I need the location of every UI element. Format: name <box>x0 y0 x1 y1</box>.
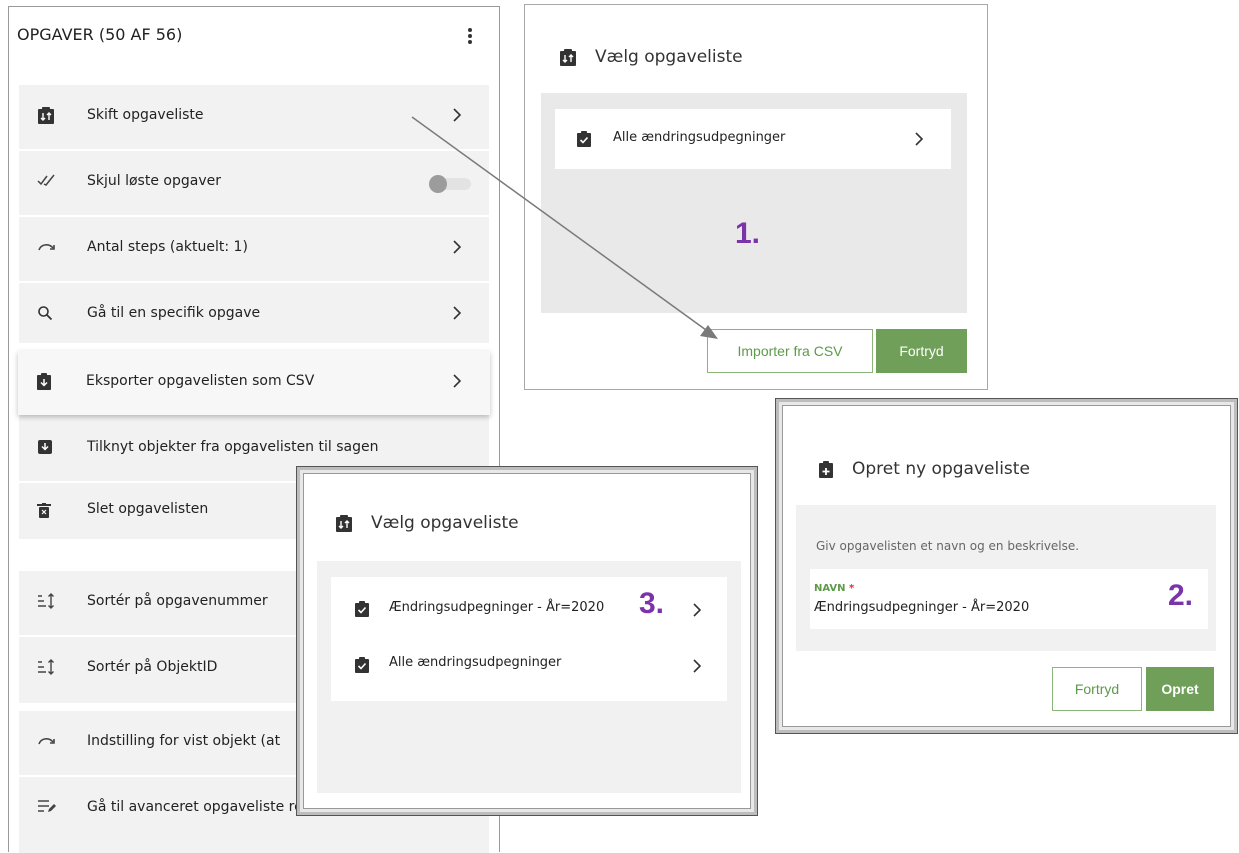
list-item-label: Ændringsudpegninger - År=2020 <box>389 600 605 615</box>
menu-item-label: Gå til en specifik opgave <box>87 305 261 321</box>
list-item[interactable]: Alle ændringsudpegninger <box>331 639 727 695</box>
chevron-right-icon <box>453 306 461 320</box>
clipboard-check-icon <box>355 601 369 617</box>
dialog-title: Opret ny opgaveliste <box>852 459 1030 479</box>
list-edit-icon <box>37 799 57 819</box>
panel-title: OPGAVER (50 AF 56) <box>17 25 183 44</box>
chevron-right-icon <box>453 240 461 254</box>
menu-item-label: Skjul løste opgaver <box>87 173 221 189</box>
menu-item-goto-task[interactable]: Gå til en specifik opgave <box>19 283 489 347</box>
list-item-label: Alle ændringsudpegninger <box>613 130 786 145</box>
field-label: NAVN * <box>814 583 855 594</box>
menu-item-label: Skift opgaveliste <box>87 107 204 123</box>
swap-list-icon <box>559 49 577 67</box>
list-item[interactable]: Alle ændringsudpegninger <box>555 109 951 169</box>
clipboard-check-icon <box>577 131 591 147</box>
hide-solved-toggle[interactable] <box>429 175 473 193</box>
menu-item-label: Sortér på opgavenummer <box>87 593 268 609</box>
swap-list-icon <box>335 515 353 533</box>
list-item[interactable]: Ændringsudpegninger - År=2020 3. <box>331 581 727 637</box>
download-box-icon <box>37 439 57 459</box>
step-number-1: 1. <box>735 217 761 250</box>
list-area: Alle ændringsudpegninger 1. <box>541 93 967 313</box>
menu-item-switch-list[interactable]: Skift opgaveliste <box>19 85 489 149</box>
more-options-icon[interactable] <box>467 27 473 45</box>
menu-item-label: Antal steps (aktuelt: 1) <box>87 239 248 255</box>
search-icon <box>37 305 57 325</box>
sort-icon <box>37 593 57 613</box>
clipboard-plus-icon <box>818 461 834 479</box>
menu-item-label: Tilknyt objekter fra opgavelisten til sa… <box>87 439 379 455</box>
name-input-value[interactable]: Ændringsudpegninger - År=2020 <box>814 600 1029 615</box>
chevron-right-icon <box>693 603 701 617</box>
import-csv-button[interactable]: Importer fra CSV <box>707 329 873 373</box>
choose-list-dialog-step1: Vælg opgaveliste Alle ændringsudpegninge… <box>524 4 988 390</box>
cancel-button[interactable]: Fortryd <box>1052 667 1142 711</box>
form-area: Giv opgavelisten et navn og en beskrivel… <box>796 505 1216 651</box>
menu-item-steps[interactable]: Antal steps (aktuelt: 1) <box>19 217 489 281</box>
step-number-3: 3. <box>639 587 665 620</box>
clipboard-check-icon <box>355 657 369 673</box>
chevron-right-icon <box>693 659 701 673</box>
redo-arc-icon <box>37 239 57 259</box>
swap-list-icon <box>37 107 57 127</box>
list-area: Ændringsudpegninger - År=2020 3. Alle æn… <box>317 561 741 793</box>
menu-item-hide-solved[interactable]: Skjul løste opgaver <box>19 151 489 215</box>
dialog-title: Vælg opgaveliste <box>371 513 519 533</box>
double-check-icon <box>37 173 57 193</box>
menu-item-label: Slet opgavelisten <box>87 501 209 517</box>
dialog-title: Vælg opgaveliste <box>595 47 743 67</box>
choose-list-dialog-step3: Vælg opgaveliste Ændringsudpegninger - Å… <box>296 466 758 816</box>
redo-arc-icon <box>37 733 57 753</box>
list-item-label: Alle ændringsudpegninger <box>389 655 562 670</box>
chevron-right-icon <box>915 132 923 146</box>
menu-item-label: Sortér på ObjektID <box>87 659 218 675</box>
step-number-2: 2. <box>1168 579 1194 612</box>
create-list-dialog-step2: Opret ny opgaveliste Giv opgavelisten et… <box>775 398 1238 734</box>
cancel-button[interactable]: Fortryd <box>876 329 967 373</box>
chevron-right-icon <box>453 374 461 388</box>
menu-item-label: Indstilling for vist objekt (at <box>87 733 281 749</box>
chevron-right-icon <box>453 108 461 122</box>
list-card: Ændringsudpegninger - År=2020 3. Alle æn… <box>331 577 727 701</box>
trash-icon <box>37 503 57 523</box>
menu-item-export-csv[interactable]: Eksporter opgavelisten som CSV <box>18 351 490 415</box>
instruction-text: Giv opgavelisten et navn og en beskrivel… <box>816 539 1080 553</box>
clipboard-download-icon <box>36 373 56 393</box>
menu-group-navigation: Skift opgaveliste Skjul løste opgaver An… <box>19 85 489 343</box>
name-field[interactable]: NAVN * Ændringsudpegninger - År=2020 2. <box>810 569 1208 629</box>
create-button[interactable]: Opret <box>1146 667 1214 711</box>
menu-item-label: Eksporter opgavelisten som CSV <box>86 373 315 389</box>
sort-icon <box>37 659 57 679</box>
